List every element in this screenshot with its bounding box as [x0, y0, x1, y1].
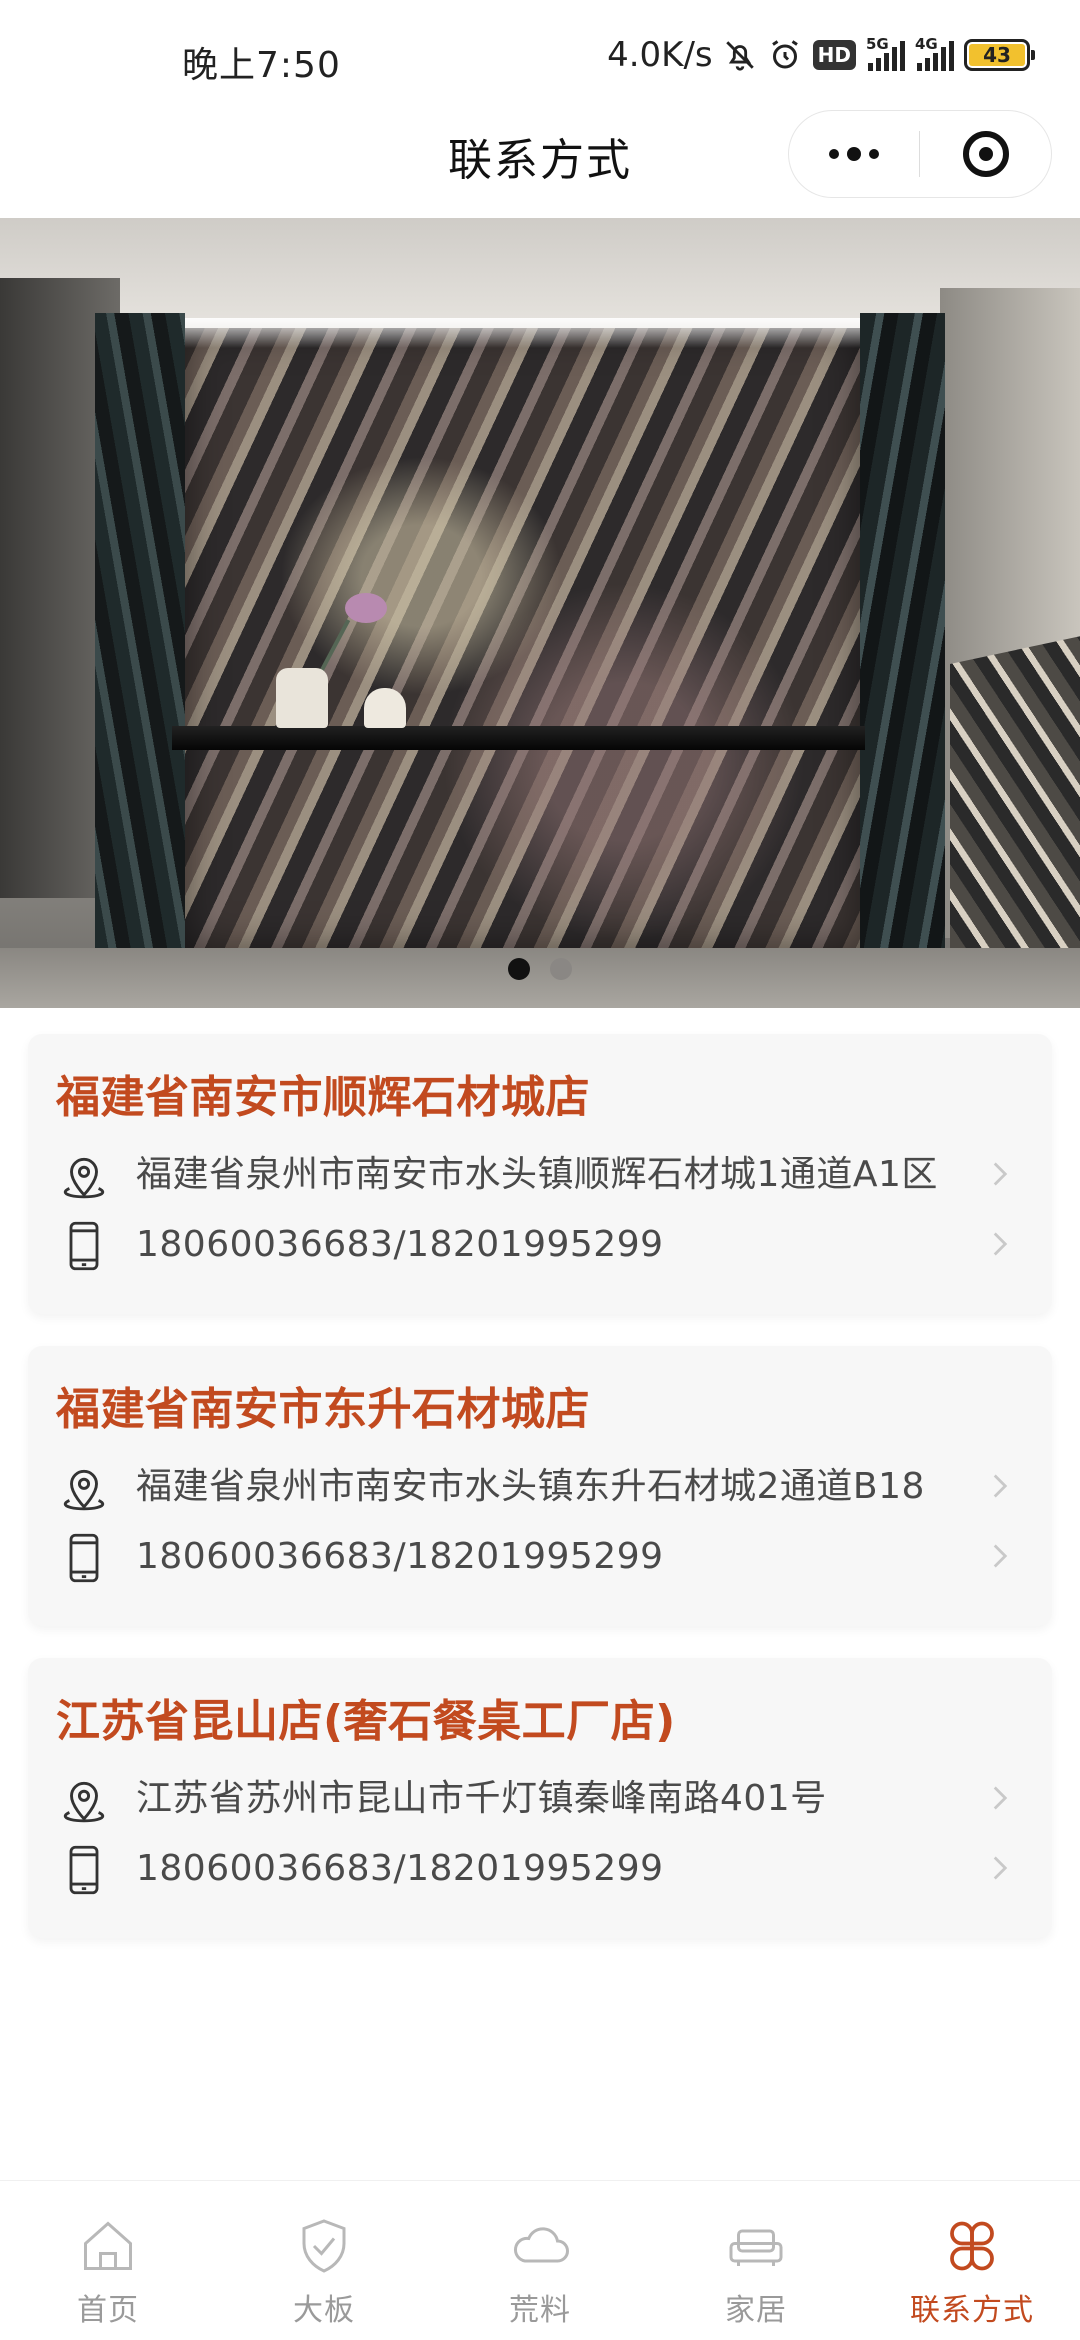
- chevron-right-icon: [984, 1228, 1016, 1260]
- status-bar: 晚上7:50 4.0K/s HD 5G 4G 43: [0, 0, 1080, 110]
- store-address: 江苏省苏州市昆山市千灯镇秦峰南路401号: [136, 1778, 827, 1819]
- chevron-right-icon: [984, 1540, 1016, 1572]
- network-speed: 4.0K/s: [607, 35, 713, 75]
- chevron-right-icon: [984, 1782, 1016, 1814]
- battery-level: 43: [969, 43, 1025, 67]
- store-name: 江苏省昆山店(奢石餐桌工厂店): [56, 1696, 676, 1747]
- store-address-row[interactable]: 江苏省苏州市昆山市千灯镇秦峰南路401号: [56, 1772, 1024, 1828]
- cloud-icon: [505, 2211, 575, 2281]
- nav-label: 大板: [293, 2293, 355, 2328]
- store-phone: 18060036683/18201995299: [136, 1848, 664, 1889]
- store-card: 福建省南安市顺辉石材城店 福建省泉州市南安市水头镇顺辉石材城1通道A1区 180…: [28, 1034, 1052, 1314]
- signal-5g-icon: 5G: [866, 35, 905, 71]
- nav-item-blocks[interactable]: 荒料: [432, 2181, 648, 2340]
- nav-label: 联系方式: [910, 2293, 1034, 2328]
- phone-icon: [56, 1842, 112, 1898]
- store-address-row[interactable]: 福建省泉州市南安市水头镇顺辉石材城1通道A1区: [56, 1148, 1024, 1204]
- nav-item-home[interactable]: 首页: [0, 2181, 216, 2340]
- phone-icon: [56, 1530, 112, 1586]
- store-address: 福建省泉州市南安市水头镇东升石材城2通道B18: [136, 1466, 925, 1507]
- store-name: 福建省南安市顺辉石材城店: [56, 1072, 590, 1123]
- store-name: 福建省南安市东升石材城店: [56, 1384, 590, 1435]
- chevron-right-icon: [984, 1470, 1016, 1502]
- carousel-dot-2[interactable]: [550, 958, 572, 980]
- store-address-row[interactable]: 福建省泉州市南安市水头镇东升石材城2通道B18: [56, 1460, 1024, 1516]
- marble-slab-image: [185, 328, 860, 948]
- carousel-indicators: [0, 958, 1080, 980]
- nav-label: 荒料: [509, 2293, 571, 2328]
- store-phone-row[interactable]: 18060036683/18201995299: [56, 1842, 1024, 1898]
- hd-badge: HD: [812, 40, 856, 70]
- banner-carousel[interactable]: [0, 218, 1080, 1008]
- signal-4g-icon: 4G: [915, 35, 954, 71]
- alarm-icon: [767, 37, 803, 73]
- store-phone: 18060036683/18201995299: [136, 1224, 664, 1265]
- sofa-icon: [721, 2211, 791, 2281]
- close-button[interactable]: [920, 111, 1051, 197]
- chevron-right-icon: [984, 1852, 1016, 1884]
- nav-item-home-furnishing[interactable]: 家居: [648, 2181, 864, 2340]
- location-pin-icon: [56, 1460, 112, 1516]
- carousel-dot-1[interactable]: [508, 958, 530, 980]
- location-pin-icon: [56, 1148, 112, 1204]
- title-bar: 联系方式: [0, 110, 1080, 218]
- chevron-right-icon: [984, 1158, 1016, 1190]
- status-time: 晚上7:50: [182, 45, 341, 86]
- battery-icon: 43: [964, 39, 1035, 71]
- store-card: 福建省南安市东升石材城店 福建省泉州市南安市水头镇东升石材城2通道B18 180…: [28, 1346, 1052, 1626]
- mini-program-capsule: [788, 110, 1052, 198]
- home-icon: [73, 2211, 143, 2281]
- bottom-nav: 首页 大板 荒料 家居 联系方式: [0, 2180, 1080, 2340]
- shield-check-icon: [289, 2211, 359, 2281]
- more-button[interactable]: [789, 111, 919, 197]
- nav-item-slabs[interactable]: 大板: [216, 2181, 432, 2340]
- status-icons: 4.0K/s HD 5G 4G 43: [607, 30, 1035, 80]
- store-card: 江苏省昆山店(奢石餐桌工厂店) 江苏省苏州市昆山市千灯镇秦峰南路401号 180…: [28, 1658, 1052, 1938]
- store-phone-row[interactable]: 18060036683/18201995299: [56, 1530, 1024, 1586]
- store-list: 福建省南安市顺辉石材城店 福建省泉州市南安市水头镇顺辉石材城1通道A1区 180…: [28, 1034, 1052, 1970]
- nav-item-contact[interactable]: 联系方式: [864, 2181, 1080, 2340]
- location-pin-icon: [56, 1772, 112, 1828]
- nav-label: 家居: [725, 2293, 787, 2328]
- nav-label: 首页: [77, 2293, 139, 2328]
- four-petal-icon: [937, 2211, 1007, 2281]
- store-phone: 18060036683/18201995299: [136, 1536, 664, 1577]
- phone-icon: [56, 1218, 112, 1274]
- store-phone-row[interactable]: 18060036683/18201995299: [56, 1218, 1024, 1274]
- store-address: 福建省泉州市南安市水头镇顺辉石材城1通道A1区: [136, 1154, 938, 1195]
- target-circle-icon: [962, 131, 1009, 177]
- bell-off-icon: [723, 38, 757, 72]
